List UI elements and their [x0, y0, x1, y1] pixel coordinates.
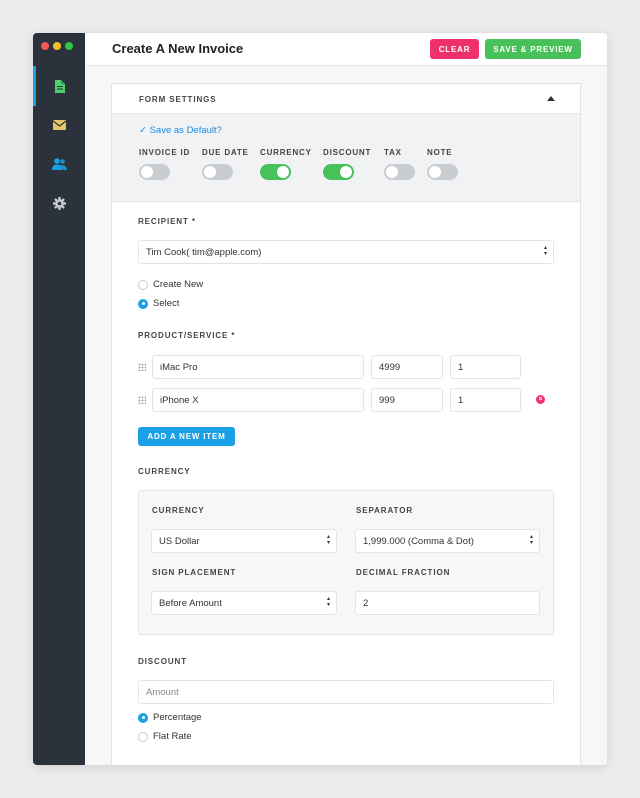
sidebar-item-settings[interactable]	[33, 183, 85, 223]
remove-item-icon[interactable]: ×	[536, 395, 545, 404]
discount-amount-placeholder: Amount	[146, 686, 179, 698]
product-price-input[interactable]: 999	[371, 388, 443, 412]
collapse-caret-icon[interactable]	[547, 96, 555, 101]
product-name-value: iPhone X	[160, 394, 199, 406]
toggle-label: CURRENCY	[260, 148, 312, 157]
discount-amount-input[interactable]: Amount	[138, 680, 554, 704]
tax-switch[interactable]	[384, 164, 415, 180]
currency-label: CURRENCY	[152, 506, 205, 515]
sign-placement-select[interactable]: Before Amount	[151, 591, 337, 615]
product-qty-value: 1	[458, 394, 464, 406]
recipient-label: RECIPIENT *	[138, 217, 196, 226]
radio-create-new[interactable]: Create New	[138, 279, 203, 290]
separator-label: SEPARATOR	[356, 506, 413, 515]
document-icon	[54, 79, 65, 93]
form-settings-header[interactable]: FORM SETTINGS	[112, 84, 580, 114]
invoice-form: FORM SETTINGS ✓ Save as Default? INVOICE…	[111, 83, 581, 765]
invoice-id-switch[interactable]	[139, 164, 170, 180]
radio-button[interactable]	[138, 298, 148, 309]
discount-switch[interactable]	[323, 164, 354, 180]
radio-select[interactable]: Select	[138, 298, 179, 309]
toggle-label: NOTE	[427, 148, 453, 157]
product-price-input[interactable]: 4999	[371, 355, 443, 379]
currency-switch[interactable]	[260, 164, 291, 180]
radio-label: Create New	[153, 279, 204, 290]
product-qty-value: 1	[458, 361, 464, 373]
discount-label: DISCOUNT	[138, 657, 187, 666]
recipient-value: Tim Cook( tim@apple.com)	[146, 246, 262, 258]
decimal-fraction-value: 2	[363, 597, 369, 609]
form-settings-title: FORM SETTINGS	[139, 95, 217, 104]
sidebar-item-inbox[interactable]	[33, 105, 85, 145]
drag-handle-icon[interactable]	[138, 396, 146, 404]
product-name-input[interactable]: iPhone X	[152, 388, 364, 412]
decimal-fraction-label: DECIMAL FRACTION	[356, 568, 451, 577]
currency-value: US Dollar	[159, 535, 200, 547]
radio-button[interactable]	[138, 712, 148, 723]
toggle-tax: TAX	[384, 148, 415, 180]
currency-settings-box: CURRENCY SEPARATOR US Dollar 1,999.000 (…	[138, 490, 554, 635]
radio-label: Select	[153, 298, 180, 309]
toggle-discount: DISCOUNT	[323, 148, 371, 180]
add-new-item-button[interactable]: ADD A NEW ITEM	[138, 427, 235, 446]
toggle-label: DUE DATE	[202, 148, 249, 157]
radio-label: Percentage	[153, 712, 202, 723]
product-qty-input[interactable]: 1	[450, 388, 521, 412]
product-service-label: PRODUCT/SERVICE *	[138, 331, 236, 340]
sign-placement-value: Before Amount	[159, 597, 222, 609]
drag-handle-icon[interactable]	[138, 363, 146, 371]
save-as-default-link[interactable]: ✓ Save as Default?	[139, 125, 222, 136]
separator-value: 1,999.000 (Comma & Dot)	[363, 535, 474, 547]
product-price-value: 999	[379, 394, 395, 406]
currency-select[interactable]: US Dollar	[151, 529, 337, 553]
radio-button[interactable]	[138, 279, 148, 290]
toggle-label: INVOICE ID	[139, 148, 191, 157]
save-preview-button[interactable]: SAVE & PREVIEW	[485, 39, 581, 59]
sidebar	[33, 33, 85, 765]
close-window-button[interactable]	[41, 42, 49, 50]
gear-icon	[52, 196, 66, 210]
product-name-input[interactable]: iMac Pro	[152, 355, 364, 379]
minimize-window-button[interactable]	[53, 42, 61, 50]
main-content: FORM SETTINGS ✓ Save as Default? INVOICE…	[85, 66, 607, 765]
radio-percentage[interactable]: Percentage	[138, 712, 202, 723]
sign-placement-label: SIGN PLACEMENT	[152, 568, 237, 577]
toggle-note: NOTE	[427, 148, 458, 180]
radio-label: Flat Rate	[153, 731, 192, 742]
users-icon	[51, 158, 67, 170]
currency-section-label: CURRENCY	[138, 467, 191, 476]
sidebar-item-clients[interactable]	[33, 144, 85, 184]
product-name-value: iMac Pro	[160, 361, 198, 373]
clear-button[interactable]: CLEAR	[430, 39, 479, 59]
radio-button[interactable]	[138, 731, 148, 742]
radio-flat-rate[interactable]: Flat Rate	[138, 731, 192, 742]
toggle-label: DISCOUNT	[323, 148, 372, 157]
top-bar: Create A New Invoice CLEAR SAVE & PREVIE…	[85, 33, 607, 66]
window-controls	[41, 42, 73, 50]
due-date-switch[interactable]	[202, 164, 233, 180]
product-price-value: 4999	[379, 361, 401, 373]
separator-select[interactable]: 1,999.000 (Comma & Dot)	[355, 529, 540, 553]
toggle-due-date: DUE DATE	[202, 148, 249, 180]
page-title: Create A New Invoice	[112, 41, 244, 56]
app-window: Create A New Invoice CLEAR SAVE & PREVIE…	[33, 33, 607, 765]
sidebar-item-invoices[interactable]	[33, 66, 85, 106]
note-switch[interactable]	[427, 164, 458, 180]
toggle-invoice-id: INVOICE ID	[139, 148, 190, 180]
product-qty-input[interactable]: 1	[450, 355, 521, 379]
inbox-icon	[52, 120, 66, 130]
toggle-label: TAX	[384, 148, 402, 157]
recipient-select[interactable]: Tim Cook( tim@apple.com)	[138, 240, 554, 264]
toggle-currency: CURRENCY	[260, 148, 312, 180]
maximize-window-button[interactable]	[65, 42, 73, 50]
decimal-fraction-input[interactable]: 2	[355, 591, 540, 615]
form-settings-panel: ✓ Save as Default? INVOICE ID DUE DATE C…	[112, 114, 580, 202]
